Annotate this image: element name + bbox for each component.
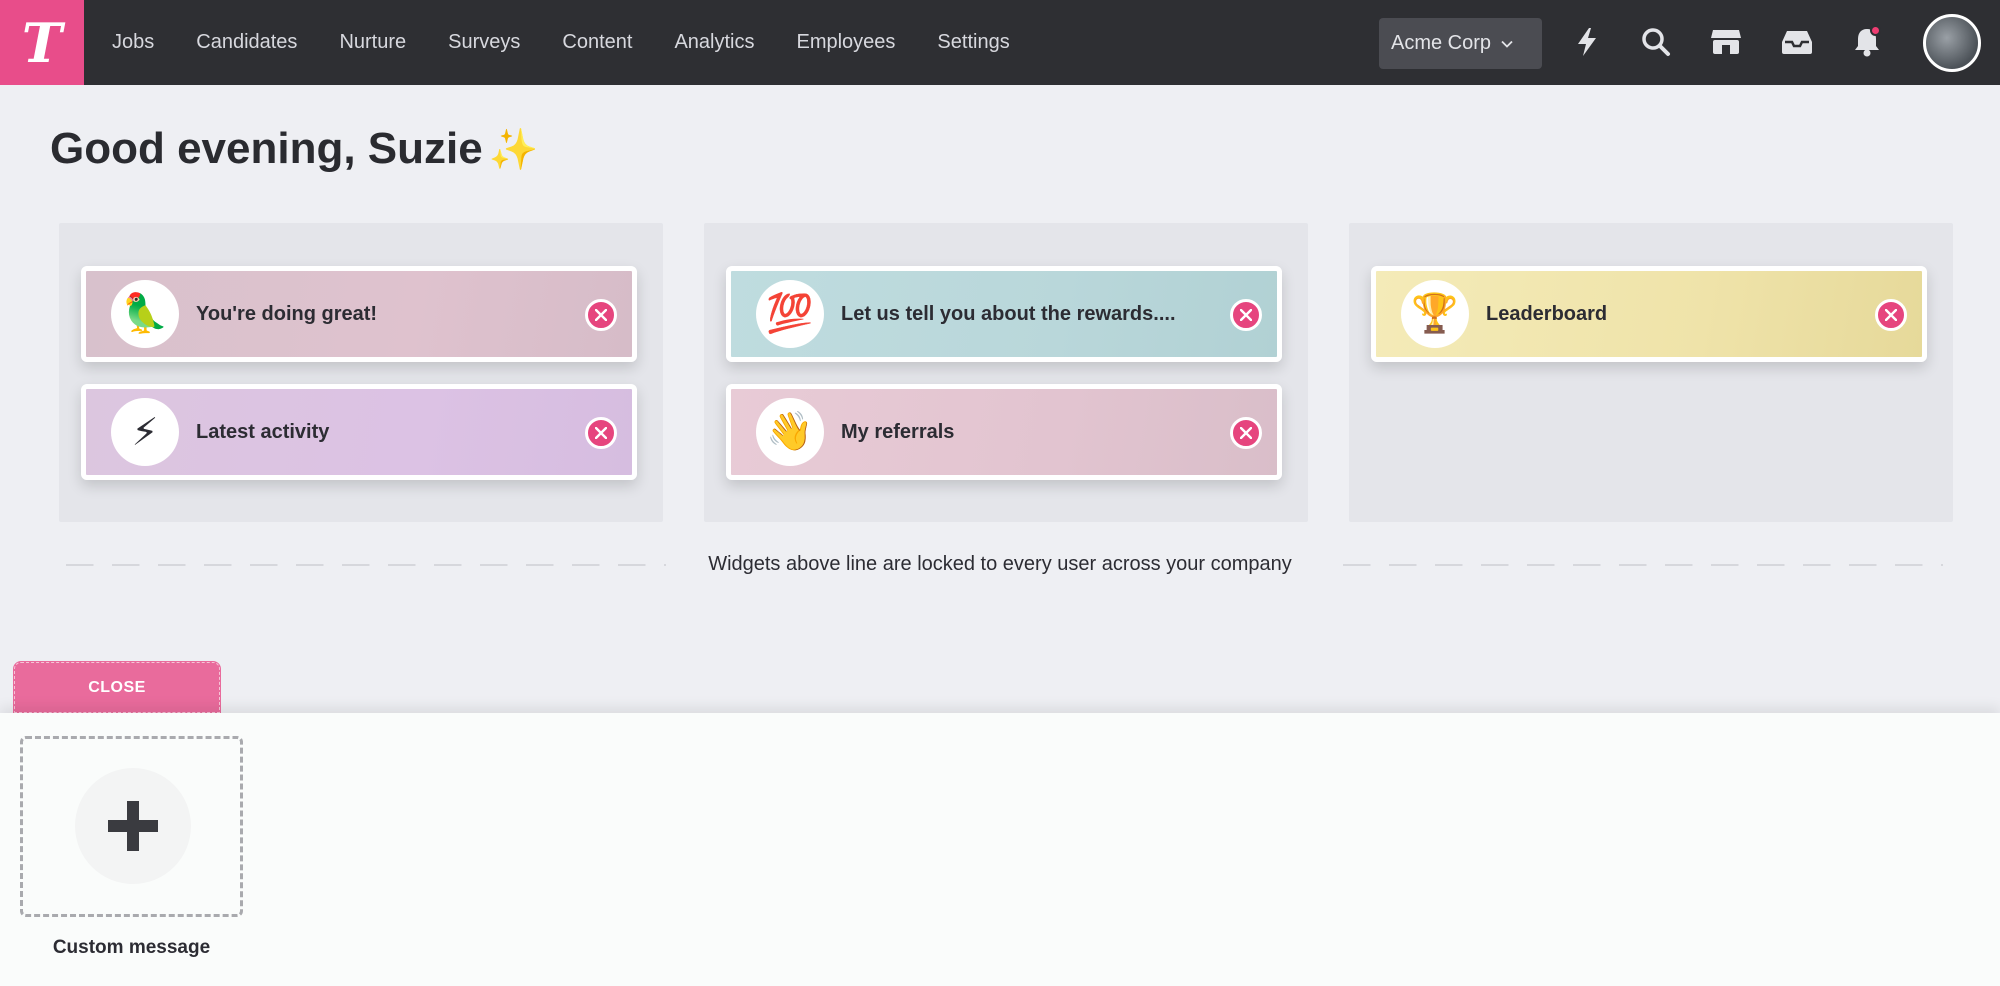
widget-label: Leaderboard [1486, 302, 1608, 325]
nav-link-analytics[interactable]: Analytics [674, 31, 754, 54]
hundred-points-icon: 💯 [756, 280, 824, 348]
plus-icon [108, 801, 158, 851]
trophy-icon: 🏆 [1401, 280, 1469, 348]
remove-widget-button[interactable] [1875, 299, 1907, 331]
remove-widget-button[interactable] [1230, 417, 1262, 449]
widget-label: My referrals [841, 420, 955, 443]
widget-card-latest-activity[interactable]: ⚡ Latest activity [81, 384, 637, 480]
nav-links: Jobs Candidates Nurture Surveys Content … [112, 31, 1052, 54]
nav-link-surveys[interactable]: Surveys [448, 31, 520, 54]
bell-icon[interactable] [1849, 24, 1885, 60]
close-icon [1885, 309, 1897, 321]
remove-widget-button[interactable] [585, 299, 617, 331]
inbox-icon[interactable] [1779, 24, 1815, 60]
widget-column-3: 🏆 Leaderboard [1349, 223, 1953, 522]
chevron-down-icon [1501, 40, 1513, 48]
top-navigation-bar: T Jobs Candidates Nurture Surveys Conten… [0, 0, 2000, 85]
company-switcher[interactable]: Acme Corp [1379, 18, 1542, 69]
widget-label: Latest activity [196, 420, 330, 443]
add-circle [75, 768, 191, 884]
page-title: Good evening, Suzie ✨ [50, 124, 539, 174]
widget-drawer: Custom message [0, 713, 2000, 986]
lightning-emoji-icon: ⚡ [111, 398, 179, 466]
store-icon[interactable] [1708, 24, 1744, 60]
lightning-icon[interactable] [1569, 24, 1605, 60]
nav-link-jobs[interactable]: Jobs [112, 31, 154, 54]
widget-column-2: 💯 Let us tell you about the rewards.... … [704, 223, 1308, 522]
remove-widget-button[interactable] [1230, 299, 1262, 331]
app-logo[interactable]: T [0, 0, 84, 85]
waving-hand-icon: 👋 [756, 398, 824, 466]
close-drawer-button[interactable]: CLOSE [13, 661, 221, 714]
nav-link-nurture[interactable]: Nurture [339, 31, 406, 54]
widget-label: Let us tell you about the rewards.... [841, 302, 1176, 325]
add-widget-caption: Custom message [52, 937, 211, 958]
parrot-icon: 🦜 [111, 280, 179, 348]
close-icon [595, 427, 607, 439]
close-icon [1240, 309, 1252, 321]
company-name: Acme Corp [1391, 32, 1492, 54]
close-icon [1240, 427, 1252, 439]
logo-letter: T [21, 10, 63, 75]
close-icon [595, 309, 607, 321]
widget-card-doing-great[interactable]: 🦜 You're doing great! [81, 266, 637, 362]
sparkles-icon: ✨ [488, 128, 539, 172]
notification-dot [1870, 25, 1881, 36]
nav-link-content[interactable]: Content [562, 31, 632, 54]
widget-card-leaderboard[interactable]: 🏆 Leaderboard [1371, 266, 1927, 362]
nav-link-employees[interactable]: Employees [796, 31, 895, 54]
search-icon[interactable] [1638, 24, 1674, 60]
add-custom-message-tile[interactable] [20, 736, 243, 917]
greeting-text: Good evening, Suzie [50, 124, 483, 173]
divider-line-right [1343, 564, 1943, 566]
nav-link-settings[interactable]: Settings [937, 31, 1009, 54]
avatar[interactable] [1923, 14, 1981, 72]
widget-card-my-referrals[interactable]: 👋 My referrals [726, 384, 1282, 480]
widget-column-1: 🦜 You're doing great! ⚡ Latest activity [59, 223, 663, 522]
nav-link-candidates[interactable]: Candidates [196, 31, 297, 54]
remove-widget-button[interactable] [585, 417, 617, 449]
widget-label: You're doing great! [196, 302, 378, 325]
widget-card-rewards[interactable]: 💯 Let us tell you about the rewards.... [726, 266, 1282, 362]
